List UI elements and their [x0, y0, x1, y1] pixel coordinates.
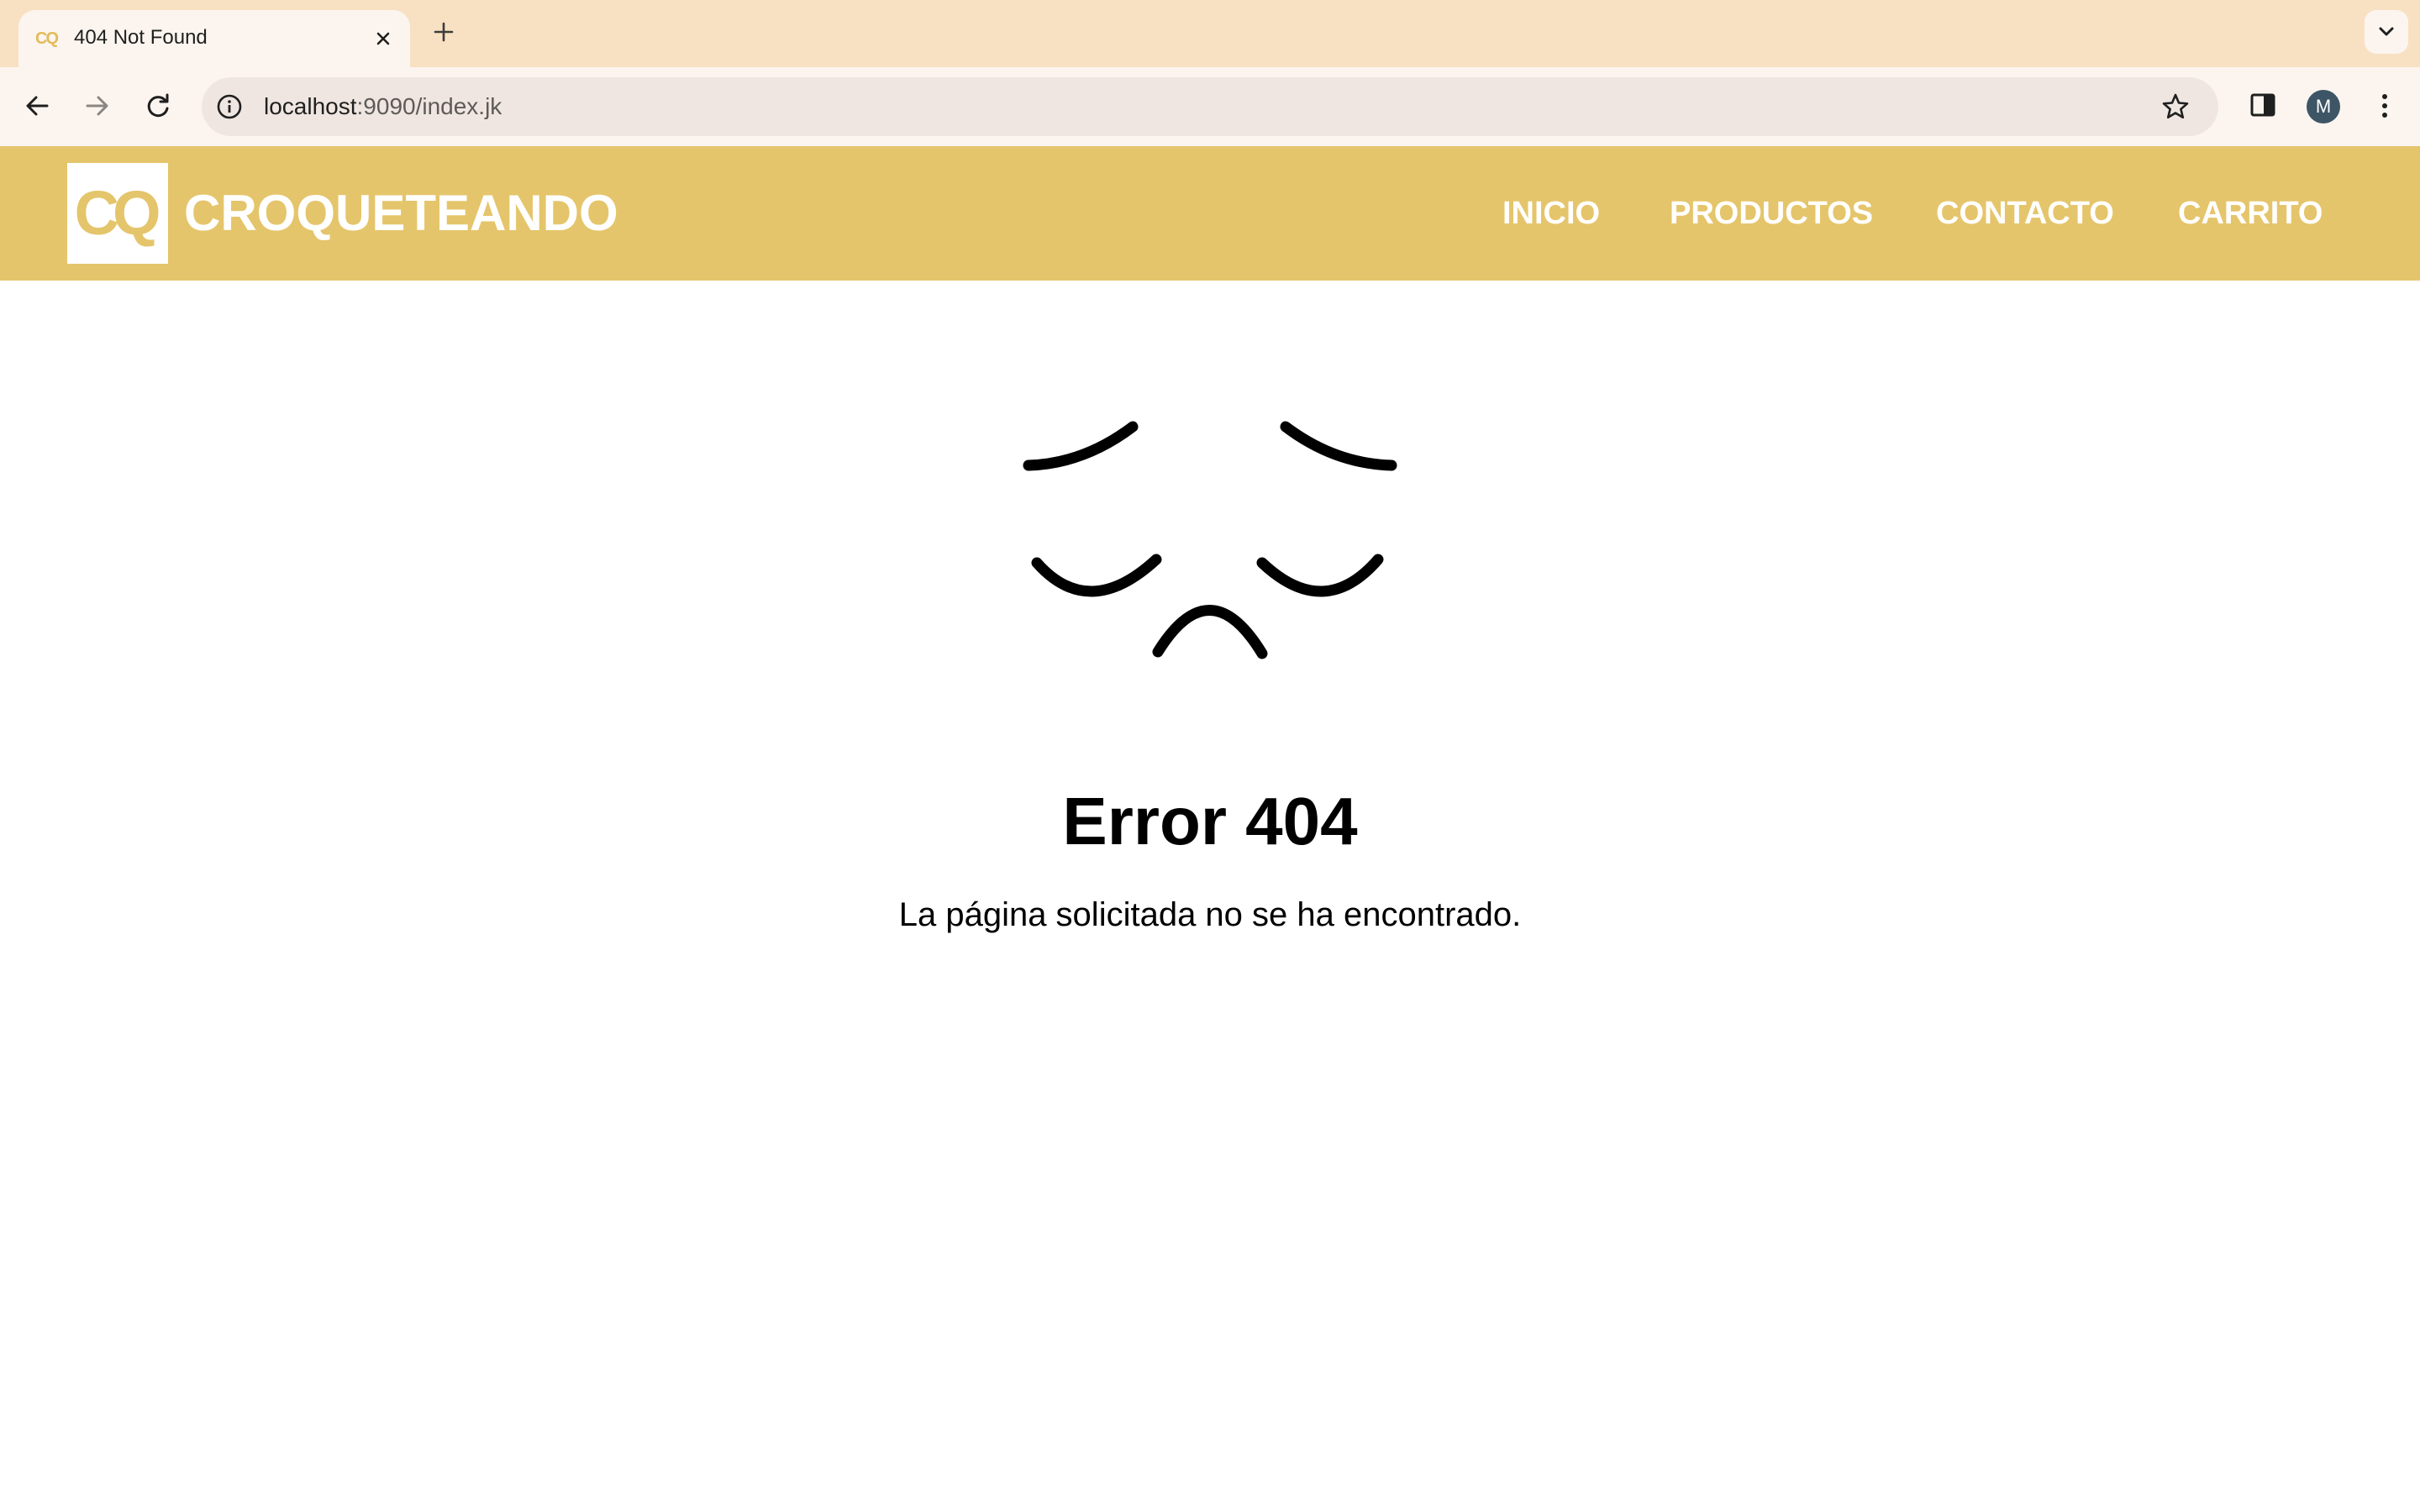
browser-toolbar: localhost:9090/index.jk M	[0, 67, 2420, 146]
nav-link-productos[interactable]: PRODUCTOS	[1670, 193, 1873, 234]
bookmark-star-icon[interactable]	[2160, 91, 2191, 123]
error-title: Error 404	[1062, 784, 1358, 858]
brand-name[interactable]: CROQUETEANDO	[184, 183, 618, 244]
tab-search-chevron-down-icon[interactable]	[2365, 10, 2408, 54]
url-host: localhost	[264, 93, 357, 119]
site-logo[interactable]: CQ	[67, 163, 168, 264]
kebab-menu-icon[interactable]	[2368, 87, 2402, 124]
forward-arrow-icon[interactable]	[77, 86, 118, 126]
back-arrow-icon[interactable]	[17, 86, 57, 126]
address-bar[interactable]: localhost:9090/index.jk	[202, 77, 2218, 136]
error-message: La página solicitada no se ha encontrado…	[898, 896, 1522, 933]
nav-link-carrito[interactable]: CARRITO	[2178, 193, 2323, 234]
address-url[interactable]: localhost:9090/index.jk	[264, 92, 502, 121]
logo-letters: CQ	[74, 178, 161, 248]
site-header: CQ CROQUETEANDO INICIO PRODUCTOS CONTACT…	[0, 146, 2420, 281]
tab-title: 404 Not Found	[74, 26, 208, 49]
tab-favicon: CQ	[35, 29, 59, 48]
nav-link-contacto[interactable]: CONTACTO	[1936, 193, 2114, 234]
tab-close-icon[interactable]	[370, 25, 397, 52]
site-info-icon[interactable]	[215, 92, 244, 121]
browser-tab-active[interactable]: CQ 404 Not Found	[18, 10, 410, 67]
profile-avatar[interactable]: M	[2307, 90, 2340, 123]
nav-link-inicio[interactable]: INICIO	[1502, 193, 1600, 234]
url-path: :9090/index.jk	[356, 93, 502, 119]
new-tab-plus-icon[interactable]	[429, 17, 459, 47]
side-panel-icon[interactable]	[2245, 87, 2281, 123]
reload-icon[interactable]	[138, 86, 178, 126]
sad-face-icon	[1008, 403, 1412, 672]
browser-tab-strip: CQ 404 Not Found	[0, 0, 2420, 67]
